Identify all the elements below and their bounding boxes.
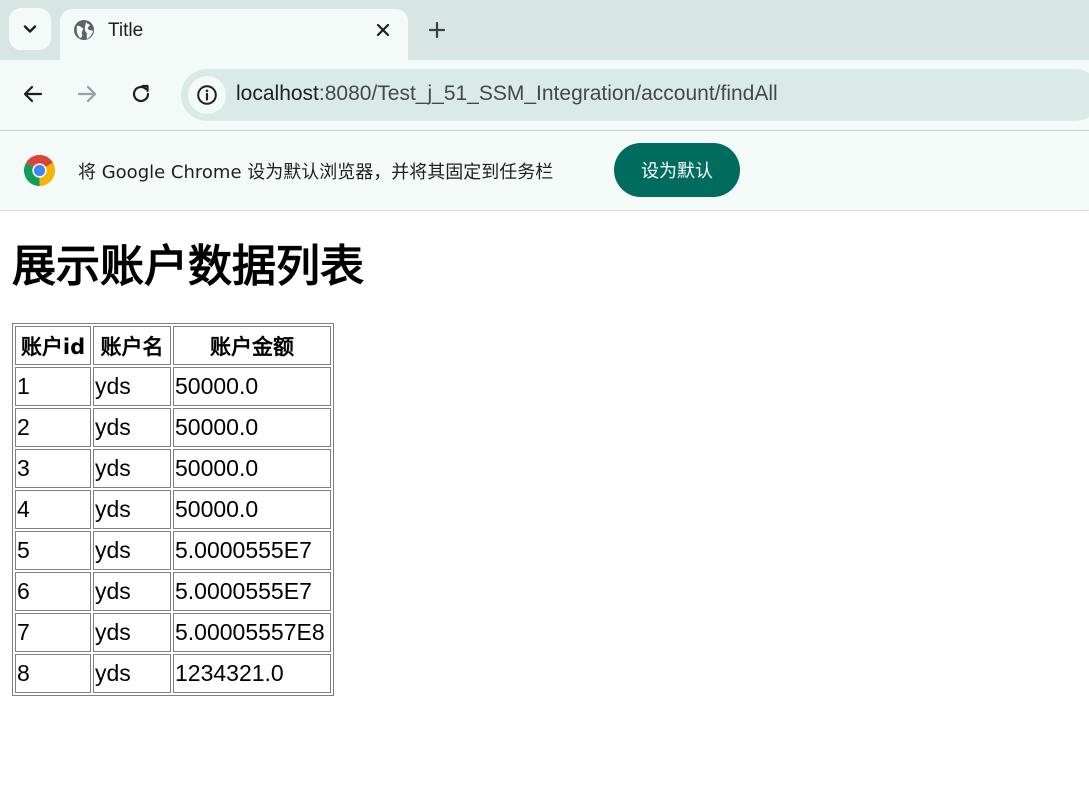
tab-close-button[interactable] <box>372 19 394 41</box>
forward-button[interactable] <box>70 77 104 111</box>
arrow-right-icon <box>77 85 97 103</box>
cell-id: 3 <box>15 449 91 488</box>
account-table: 账户id 账户名 账户金额 1 yds 50000.0 2 yds 50000.… <box>12 323 334 696</box>
globe-icon <box>74 20 94 40</box>
cell-id: 5 <box>15 531 91 570</box>
plus-icon <box>428 21 446 39</box>
cell-money: 5.0000555E7 <box>173 531 331 570</box>
header-account-id: 账户id <box>15 326 91 365</box>
cell-name: yds <box>93 572 171 611</box>
cell-name: yds <box>93 531 171 570</box>
site-info-button[interactable] <box>188 76 226 114</box>
cell-money: 50000.0 <box>173 490 331 529</box>
table-row: 4 yds 50000.0 <box>15 490 331 529</box>
cell-id: 4 <box>15 490 91 529</box>
table-row: 8 yds 1234321.0 <box>15 654 331 693</box>
browser-tab[interactable]: Title <box>60 9 408 60</box>
cell-name: yds <box>93 408 171 447</box>
cell-name: yds <box>93 613 171 652</box>
cell-money: 5.00005557E8 <box>173 613 331 652</box>
table-row: 2 yds 50000.0 <box>15 408 331 447</box>
cell-id: 8 <box>15 654 91 693</box>
cell-name: yds <box>93 490 171 529</box>
set-default-button[interactable]: 设为默认 <box>614 143 740 197</box>
cell-money: 50000.0 <box>173 449 331 488</box>
address-bar[interactable]: localhost:8080/Test_j_51_SSM_Integration… <box>181 69 1089 121</box>
table-header-row: 账户id 账户名 账户金额 <box>15 326 331 365</box>
close-icon <box>376 23 390 37</box>
info-icon <box>197 85 217 105</box>
table-row: 6 yds 5.0000555E7 <box>15 572 331 611</box>
cell-id: 2 <box>15 408 91 447</box>
page-content: 展示账户数据列表 账户id 账户名 账户金额 1 yds 50000.0 2 y… <box>0 211 1089 795</box>
url-text[interactable]: localhost:8080/Test_j_51_SSM_Integration… <box>236 82 778 106</box>
url-host: localhost <box>236 82 319 105</box>
infobar-message: 将 Google Chrome 设为默认浏览器，并将其固定到任务栏 <box>78 162 554 183</box>
page-title: 展示账户数据列表 <box>12 241 364 292</box>
default-browser-infobar: 将 Google Chrome 设为默认浏览器，并将其固定到任务栏 设为默认 <box>0 130 1089 210</box>
back-button[interactable] <box>16 77 50 111</box>
cell-id: 6 <box>15 572 91 611</box>
cell-name: yds <box>93 449 171 488</box>
cell-money: 50000.0 <box>173 408 331 447</box>
table-row: 7 yds 5.00005557E8 <box>15 613 331 652</box>
tab-search-button[interactable] <box>9 8 51 50</box>
chrome-logo-icon <box>24 155 55 186</box>
arrow-left-icon <box>23 85 43 103</box>
cell-money: 5.0000555E7 <box>173 572 331 611</box>
table-row: 5 yds 5.0000555E7 <box>15 531 331 570</box>
cell-id: 1 <box>15 367 91 406</box>
cell-money: 50000.0 <box>173 367 331 406</box>
chevron-down-icon <box>23 25 37 33</box>
reload-button[interactable] <box>124 77 158 111</box>
header-account-name: 账户名 <box>93 326 171 365</box>
tab-title: Title <box>108 20 144 41</box>
cell-name: yds <box>93 367 171 406</box>
header-account-money: 账户金额 <box>173 326 331 365</box>
tab-strip: Title <box>0 0 1089 60</box>
cell-money: 1234321.0 <box>173 654 331 693</box>
cell-name: yds <box>93 654 171 693</box>
reload-icon <box>132 84 150 103</box>
browser-toolbar: localhost:8080/Test_j_51_SSM_Integration… <box>0 60 1089 130</box>
table-row: 3 yds 50000.0 <box>15 449 331 488</box>
cell-id: 7 <box>15 613 91 652</box>
url-path: :8080/Test_j_51_SSM_Integration/account/… <box>318 82 778 105</box>
table-row: 1 yds 50000.0 <box>15 367 331 406</box>
new-tab-button[interactable] <box>422 15 452 45</box>
